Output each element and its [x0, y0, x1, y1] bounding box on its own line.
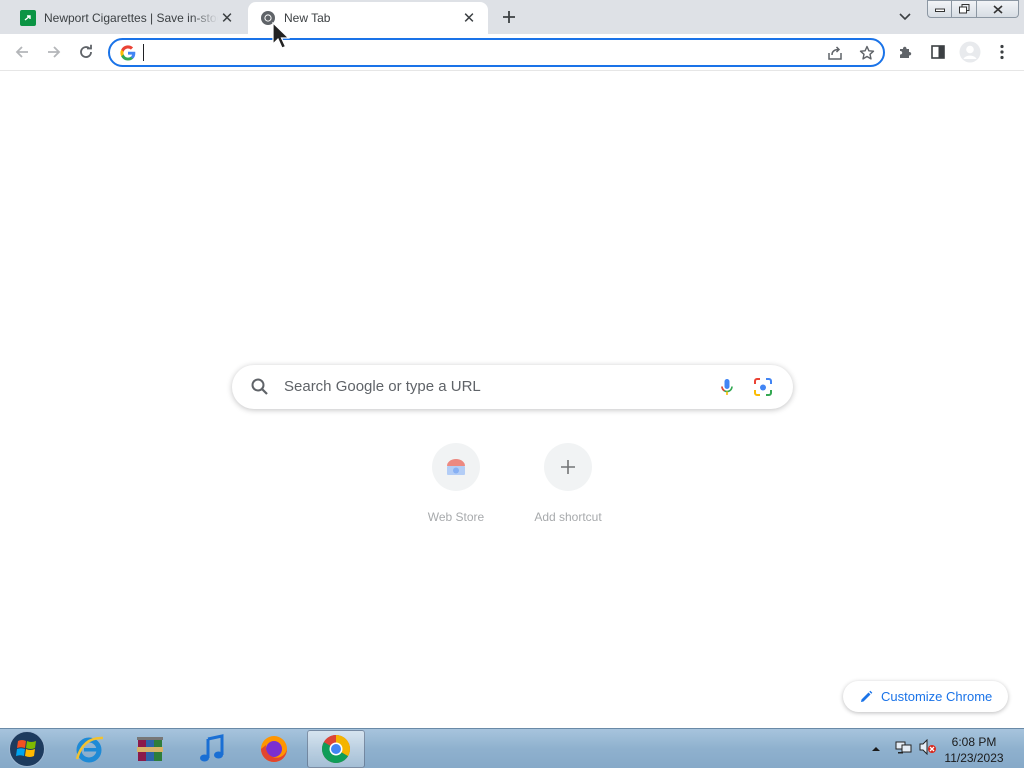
profile-button[interactable] [958, 40, 982, 64]
address-bar[interactable] [108, 38, 885, 67]
tab-title: New Tab [284, 11, 331, 25]
search-icon [251, 378, 268, 395]
network-status[interactable] [895, 739, 913, 760]
shortcut-add[interactable]: Add shortcut [512, 443, 624, 533]
shortcut-label: Add shortcut [534, 510, 602, 524]
taskbar-internet-explorer[interactable] [60, 730, 118, 768]
chrome-icon [322, 735, 350, 763]
close-icon [992, 4, 1003, 14]
tab-close-icon[interactable]: ✕ [460, 9, 478, 27]
shortcut-web-store[interactable]: Web Store [400, 443, 512, 533]
text-caret [143, 44, 144, 61]
search-placeholder: Search Google or type a URL [284, 378, 481, 395]
pencil-icon [861, 690, 873, 702]
minimize-icon [934, 8, 945, 12]
share-icon [828, 46, 842, 60]
bookmark-button[interactable] [857, 43, 877, 63]
tab-strip: Newport Cigarettes | Save in-stock ✕ New… [0, 0, 1024, 34]
back-arrow-icon [15, 46, 28, 58]
mouse-cursor-icon [272, 22, 290, 49]
itunes-icon [200, 734, 224, 762]
internet-explorer-icon [75, 736, 104, 763]
avatar-icon [959, 41, 981, 63]
windows-taskbar: 6:08 PM 11/23/2023 [0, 728, 1024, 768]
show-hidden-icons-button[interactable] [871, 740, 881, 758]
plus-icon [544, 443, 592, 491]
reload-button[interactable] [74, 40, 98, 64]
winrar-icon [137, 737, 163, 761]
tab-search-button[interactable] [895, 8, 915, 26]
volume-muted-icon [919, 738, 936, 755]
share-button[interactable] [825, 43, 845, 63]
web-store-icon [432, 443, 480, 491]
newport-favicon-icon [20, 10, 36, 26]
reload-icon [80, 44, 92, 58]
clock-time: 6:08 PM [951, 735, 997, 749]
start-button[interactable] [4, 730, 50, 768]
windows-start-orb-icon [9, 731, 45, 767]
tab-close-icon[interactable]: ✕ [218, 9, 236, 27]
volume-status[interactable] [919, 738, 937, 760]
taskbar-itunes[interactable] [183, 730, 241, 768]
forward-button[interactable] [42, 40, 66, 64]
puzzle-icon [900, 46, 912, 58]
browser-toolbar [0, 34, 1024, 71]
restore-button[interactable] [952, 0, 977, 18]
close-window-button[interactable] [977, 0, 1019, 18]
chevron-down-icon [899, 13, 911, 21]
taskbar-clock[interactable]: 6:08 PM 11/23/2023 [940, 734, 1008, 766]
microphone-icon[interactable] [717, 377, 737, 397]
new-tab-button[interactable] [498, 6, 520, 28]
customize-label: Customize Chrome [881, 689, 993, 704]
taskbar-winrar[interactable] [121, 730, 179, 768]
restore-icon [958, 4, 969, 14]
side-panel-button[interactable] [926, 40, 950, 64]
menu-button[interactable] [990, 40, 1014, 64]
star-icon [859, 45, 875, 60]
clock-date: 11/23/2023 [944, 751, 1004, 765]
taskbar-firefox[interactable] [245, 730, 303, 768]
google-lens-icon[interactable] [753, 377, 773, 397]
tab-title: Newport Cigarettes | Save in-stock [44, 11, 218, 25]
ntp-search-box[interactable]: Search Google or type a URL [232, 365, 793, 409]
google-g-icon [120, 45, 136, 61]
address-input[interactable] [142, 43, 822, 62]
minimize-button[interactable] [927, 0, 952, 18]
kebab-menu-icon [1000, 44, 1004, 60]
back-button[interactable] [10, 40, 34, 64]
chevron-up-icon [872, 747, 880, 751]
forward-arrow-icon [48, 46, 61, 58]
side-panel-icon [931, 45, 945, 59]
network-icon [895, 741, 912, 753]
tab-newport[interactable]: Newport Cigarettes | Save in-stock ✕ [8, 2, 246, 34]
taskbar-chrome[interactable] [307, 730, 365, 768]
shortcut-label: Web Store [427, 510, 485, 524]
extensions-button[interactable] [894, 40, 918, 64]
plus-icon [503, 11, 515, 23]
customize-chrome-button[interactable]: Customize Chrome [843, 681, 1008, 712]
firefox-icon [261, 736, 287, 762]
window-controls [927, 0, 1019, 18]
